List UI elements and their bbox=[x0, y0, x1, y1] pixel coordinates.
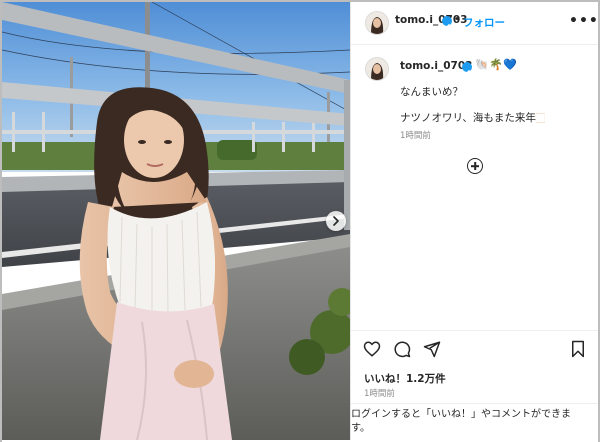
avatar-image bbox=[366, 58, 388, 80]
avatar[interactable] bbox=[365, 11, 389, 35]
chevron-right-icon bbox=[333, 216, 339, 226]
heart-icon[interactable] bbox=[363, 340, 381, 358]
post-photo[interactable] bbox=[2, 2, 350, 440]
shell-emoji: 🐚 bbox=[475, 58, 489, 71]
caption-time: 1時間前 bbox=[400, 131, 431, 141]
bookmark-icon[interactable] bbox=[569, 340, 587, 358]
separator-dot: • bbox=[454, 14, 460, 25]
more-options-button[interactable]: ••• bbox=[569, 13, 599, 29]
verified-badge-icon bbox=[462, 62, 472, 75]
header-divider bbox=[351, 44, 598, 45]
post-photo-image bbox=[2, 2, 350, 440]
paper-plane-icon[interactable] bbox=[423, 340, 441, 358]
post-timestamp: 1時間前 bbox=[364, 389, 395, 399]
caption-avatar[interactable] bbox=[365, 57, 389, 81]
palm-tree-emoji: 🌴 bbox=[489, 58, 503, 71]
blue-heart-emoji: 💙 bbox=[503, 58, 517, 71]
actions-divider bbox=[351, 330, 598, 331]
plus-circle-icon[interactable] bbox=[467, 158, 483, 174]
like-count[interactable]: いいね！1.2万件 bbox=[364, 371, 446, 386]
caption-line-2: ナツノオワリ、海もまた来年🏻 bbox=[400, 112, 545, 124]
comment-icon[interactable] bbox=[393, 340, 411, 358]
follow-button[interactable]: フォロー bbox=[463, 15, 505, 30]
post-side-panel: tomo.i_0703 • フォロー ••• tomo.i_0703 🐚 🌴 💙… bbox=[351, 2, 598, 440]
avatar-image bbox=[366, 12, 388, 34]
caption-line-1: なんまいめ？ bbox=[400, 86, 463, 98]
login-divider bbox=[351, 403, 598, 404]
next-photo-button[interactable] bbox=[326, 211, 346, 231]
verified-badge-icon bbox=[442, 16, 452, 29]
post-header: tomo.i_0703 • フォロー ••• bbox=[351, 2, 598, 44]
login-prompt[interactable]: ログインすると「いいね！」やコメントができます。 bbox=[351, 408, 587, 436]
